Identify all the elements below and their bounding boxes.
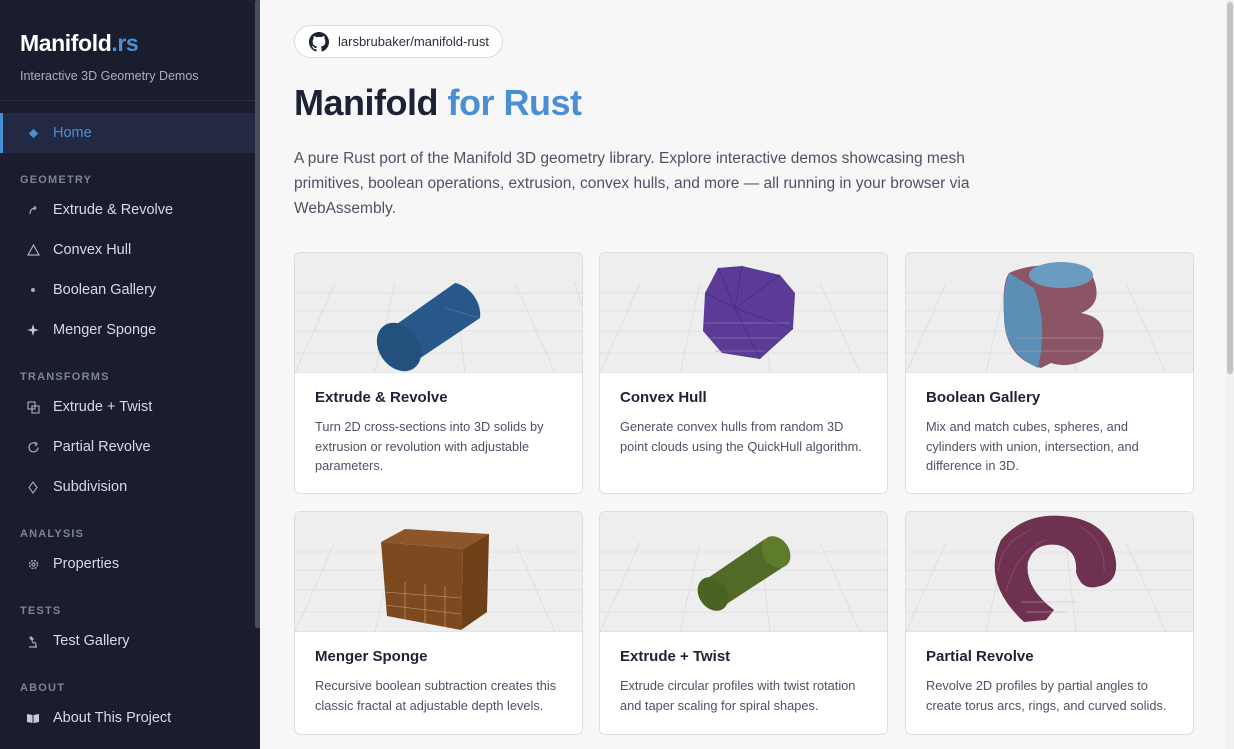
- sidebar-item-properties[interactable]: Properties: [0, 544, 260, 584]
- sidebar-item-test-gallery[interactable]: Test Gallery: [0, 621, 260, 661]
- page-title: Manifold for Rust: [294, 82, 582, 124]
- brand-subtitle: Interactive 3D Geometry Demos: [20, 69, 199, 83]
- card-title: Convex Hull: [620, 389, 707, 406]
- sidebar-item-about[interactable]: About This Project: [0, 698, 260, 738]
- cylinder-preview: [295, 282, 582, 373]
- demo-card-extrude-revolve[interactable]: Extrude & Revolve Turn 2D cross-sections…: [294, 252, 583, 494]
- microscope-icon: [26, 635, 40, 648]
- sidebar-item-label: Menger Sponge: [53, 322, 157, 338]
- github-repo-label: larsbrubaker/manifold-rust: [338, 34, 490, 49]
- diamond-outline-icon: [26, 480, 40, 494]
- nav-section-transforms: TRANSFORMS: [20, 371, 110, 383]
- sidebar-item-label: Partial Revolve: [53, 439, 151, 455]
- demo-card-menger-sponge[interactable]: Menger Sponge Recursive boolean subtract…: [294, 511, 583, 735]
- demo-card-extrude-twist[interactable]: Extrude + Twist Extrude circular profile…: [599, 511, 888, 735]
- dot-icon: [26, 287, 40, 293]
- demo-card-partial-revolve[interactable]: Partial Revolve Revolve 2D profiles by p…: [905, 511, 1194, 735]
- overlap-squares-icon: [26, 400, 40, 414]
- nav-section-geometry: GEOMETRY: [20, 174, 93, 186]
- github-icon: [309, 31, 329, 52]
- sidebar-item-label: Convex Hull: [53, 242, 132, 258]
- curve-arrow-icon: [26, 205, 40, 215]
- brand-name: Manifold: [20, 30, 112, 56]
- card-description: Revolve 2D profiles by partial angles to…: [926, 678, 1167, 713]
- hull-preview: [600, 265, 887, 373]
- sidebar-item-label: Boolean Gallery: [53, 282, 157, 298]
- sidebar-item-convex-hull[interactable]: Convex Hull: [0, 230, 260, 270]
- github-repo-link[interactable]: larsbrubaker/manifold-rust: [294, 25, 503, 58]
- card-title: Partial Revolve: [926, 648, 1034, 665]
- nav-section-about: ABOUT: [20, 682, 66, 694]
- sidebar-item-label: Extrude + Twist: [53, 399, 153, 415]
- sidebar-item-extrude-revolve[interactable]: Extrude & Revolve: [0, 190, 260, 230]
- boolean-preview: [906, 262, 1193, 373]
- sparkle-icon: [26, 324, 40, 336]
- sidebar-item-partial-revolve[interactable]: Partial Revolve: [0, 427, 260, 467]
- torus-preview: [906, 515, 1193, 632]
- sidebar: Manifold.rs Interactive 3D Geometry Demo…: [0, 0, 260, 749]
- sidebar-item-label: Test Gallery: [53, 633, 130, 649]
- sidebar-item-label: Properties: [53, 556, 120, 572]
- triangle-icon: [26, 244, 40, 256]
- sidebar-item-menger-sponge[interactable]: Menger Sponge: [0, 310, 260, 350]
- book-icon: [26, 713, 40, 724]
- card-thumbnail: [906, 512, 1193, 632]
- sidebar-item-label: Subdivision: [53, 479, 128, 495]
- sidebar-item-label: Home: [53, 125, 92, 141]
- sidebar-item-boolean-gallery[interactable]: Boolean Gallery: [0, 270, 260, 310]
- card-description: Recursive boolean subtraction creates th…: [315, 678, 557, 713]
- main-content: larsbrubaker/manifold-rust Manifold for …: [260, 0, 1234, 749]
- card-description: Turn 2D cross-sections into 3D solids by…: [315, 419, 544, 473]
- gear-icon: [26, 558, 40, 571]
- demo-card-convex-hull[interactable]: Convex Hull Generate convex hulls from r…: [599, 252, 888, 494]
- card-title: Extrude & Revolve: [315, 389, 448, 406]
- card-description: Mix and match cubes, spheres, and cylind…: [926, 419, 1139, 473]
- brand: Manifold.rs Interactive 3D Geometry Demo…: [0, 0, 260, 101]
- card-thumbnail: [906, 253, 1193, 373]
- card-title: Boolean Gallery: [926, 389, 1041, 406]
- twist-preview: [600, 536, 887, 632]
- sidebar-item-extrude-twist[interactable]: Extrude + Twist: [0, 387, 260, 427]
- sidebar-item-label: Extrude & Revolve: [53, 202, 174, 218]
- main-scrollbar[interactable]: [1226, 0, 1234, 749]
- card-title: Extrude + Twist: [620, 648, 731, 665]
- main-scrollbar-thumb[interactable]: [1227, 2, 1233, 374]
- rotate-icon: [26, 441, 40, 454]
- sidebar-item-label: About This Project: [53, 710, 172, 726]
- page-description: A pure Rust port of the Manifold 3D geom…: [294, 150, 970, 217]
- diamond-icon: [26, 128, 40, 139]
- card-thumbnail: [295, 253, 582, 373]
- page-title-accent: for Rust: [447, 82, 583, 123]
- brand-title[interactable]: Manifold.rs: [20, 30, 240, 57]
- brand-suffix: .rs: [111, 30, 139, 56]
- card-title: Menger Sponge: [315, 648, 428, 665]
- sidebar-nav: Home GEOMETRY Extrude & Revolve Convex H…: [0, 101, 260, 738]
- card-description: Generate convex hulls from random 3D poi…: [620, 419, 862, 454]
- card-thumbnail: [295, 512, 582, 632]
- sidebar-item-home[interactable]: Home: [0, 113, 260, 153]
- page-title-main: Manifold: [294, 82, 438, 123]
- cube-preview: [295, 529, 582, 632]
- card-thumbnail: [600, 512, 887, 632]
- sidebar-item-subdivision[interactable]: Subdivision: [0, 467, 260, 507]
- demo-card-boolean-gallery[interactable]: Boolean Gallery Mix and match cubes, sph…: [905, 252, 1194, 494]
- nav-section-analysis: ANALYSIS: [20, 528, 85, 540]
- card-description: Extrude circular profiles with twist rot…: [620, 678, 856, 713]
- card-thumbnail: [600, 253, 887, 373]
- nav-section-tests: TESTS: [20, 605, 62, 617]
